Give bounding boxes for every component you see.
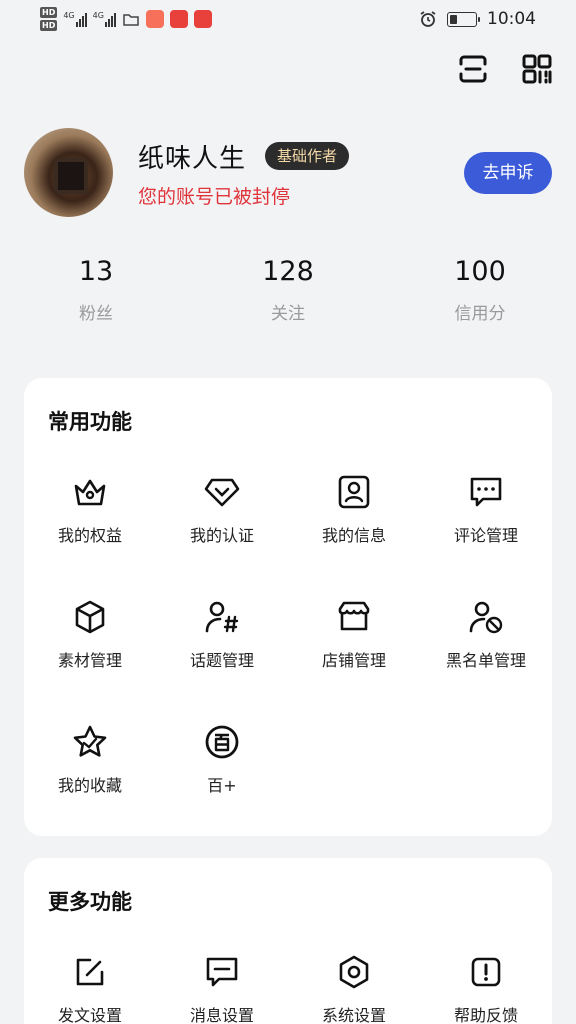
stat-value: 13: [78, 256, 114, 287]
grid-item-message-settings[interactable]: 消息设置: [156, 954, 288, 1024]
stats-row: 13 粉丝 128 关注 100 信用分: [0, 256, 576, 332]
stat-value: 100: [454, 256, 506, 287]
grid-label: 帮助反馈: [453, 1006, 518, 1024]
status-bar: HD HD 4G 4G 10:04: [0, 0, 576, 38]
battery-level: [450, 14, 458, 24]
hd-indicator: HD: [40, 20, 58, 31]
grid-item-my-favorites[interactable]: 我的收藏: [24, 724, 156, 824]
comment-icon: [470, 477, 502, 507]
username: 纸味人生: [138, 144, 247, 174]
grid-item-topic-management[interactable]: 话题管理: [156, 599, 288, 699]
grid-item-post-settings[interactable]: 发文设置: [24, 954, 156, 1024]
common-functions-card: 常用功能 我的权益 我的认证 我的信息 评论管理 素材管理 话题管理 店铺管理 …: [24, 378, 552, 836]
header-actions: [458, 54, 552, 84]
profile-card-icon: [338, 475, 370, 509]
qrcode-icon[interactable]: [522, 54, 552, 84]
cube-icon: [75, 600, 105, 634]
store-icon: [338, 601, 370, 631]
stat-value: 128: [262, 256, 314, 287]
app-notification-icon: [193, 10, 212, 28]
stat-label: 关注: [271, 304, 305, 324]
grid-label: 店铺管理: [321, 651, 386, 670]
section-title: 常用功能: [48, 410, 132, 434]
grid-label: 发文设置: [57, 1006, 122, 1024]
grid-item-bai-plus[interactable]: 百+: [156, 724, 288, 824]
stat-label: 信用分: [454, 304, 506, 324]
network-type: 4G: [63, 11, 75, 20]
stat-credit-score[interactable]: 100 信用分: [405, 256, 555, 324]
appeal-button[interactable]: 去申诉: [464, 152, 552, 194]
alarm-icon: [420, 11, 436, 27]
grid-label: 素材管理: [57, 651, 122, 670]
section-title: 更多功能: [48, 890, 132, 914]
grid-item-comment-management[interactable]: 评论管理: [420, 474, 552, 574]
hd-indicators: HD HD: [40, 7, 58, 31]
block-user-icon: [469, 601, 503, 634]
grid-label: 评论管理: [453, 526, 518, 545]
avatar[interactable]: [24, 128, 113, 217]
grid-item-my-benefits[interactable]: 我的权益: [24, 474, 156, 574]
stat-following[interactable]: 128 关注: [213, 256, 363, 324]
status-left: HD HD 4G 4G: [40, 7, 212, 31]
signal-icon: 4G: [63, 11, 87, 27]
clock: 10:04: [487, 9, 536, 29]
profile-header: 纸味人生 基础作者 您的账号已被封停 去申诉: [24, 128, 552, 220]
app-notification-icon: [169, 10, 188, 28]
grid-item-store-management[interactable]: 店铺管理: [288, 599, 420, 699]
bai-icon: [205, 725, 239, 759]
stat-followers[interactable]: 13 粉丝: [21, 256, 171, 324]
app-notification-icon: [145, 10, 164, 28]
crown-icon: [74, 479, 106, 506]
verified-icon: [204, 478, 240, 507]
folder-icon: [123, 14, 139, 26]
network-type: 4G: [92, 11, 104, 20]
grid-label: 我的信息: [321, 526, 386, 545]
status-right: 10:04: [419, 9, 536, 29]
grid-item-system-settings[interactable]: 系统设置: [288, 954, 420, 1024]
grid-label: 系统设置: [321, 1006, 386, 1024]
grid-label: 我的权益: [57, 526, 122, 545]
battery-icon: [447, 11, 480, 27]
grid-item-my-info[interactable]: 我的信息: [288, 474, 420, 574]
grid-item-help-feedback[interactable]: 帮助反馈: [420, 954, 552, 1024]
grid-label: 百+: [207, 776, 237, 795]
grid-label: 我的认证: [189, 526, 254, 545]
stat-label: 粉丝: [79, 304, 113, 324]
scan-icon[interactable]: [458, 54, 488, 84]
author-level-badge[interactable]: 基础作者: [265, 142, 350, 170]
grid-item-blacklist-management[interactable]: 黑名单管理: [420, 599, 552, 699]
hd-indicator: HD: [40, 7, 58, 18]
account-status: 您的账号已被封停: [138, 186, 291, 208]
settings-icon: [339, 955, 369, 989]
edit-icon: [76, 958, 104, 986]
grid-item-material-management[interactable]: 素材管理: [24, 599, 156, 699]
grid-label: 话题管理: [189, 651, 254, 670]
grid-label: 我的收藏: [57, 776, 122, 795]
message-icon: [206, 957, 238, 987]
more-functions-card: 更多功能 发文设置 消息设置 系统设置 帮助反馈: [24, 858, 552, 1024]
signal-icon: 4G: [93, 11, 116, 27]
help-icon: [471, 957, 501, 987]
grid-label: 黑名单管理: [445, 651, 526, 670]
topic-icon: [205, 601, 239, 633]
grid-label: 消息设置: [189, 1006, 254, 1024]
grid-item-my-verification[interactable]: 我的认证: [156, 474, 288, 574]
star-icon: [73, 725, 107, 757]
